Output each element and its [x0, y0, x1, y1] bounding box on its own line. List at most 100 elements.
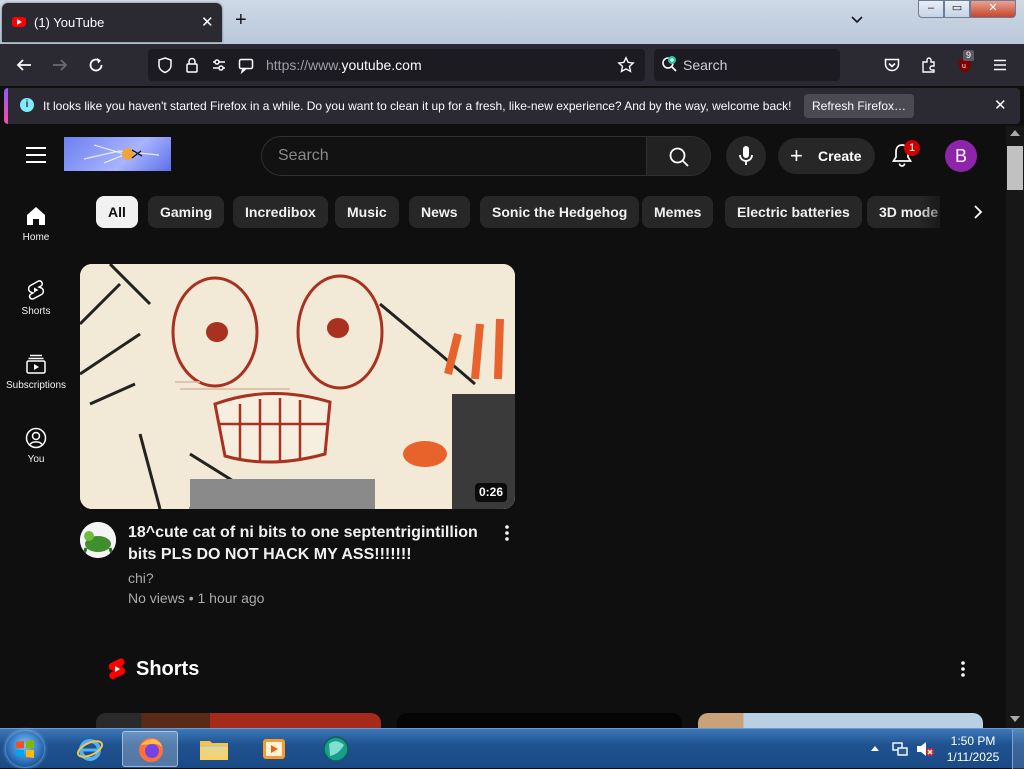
navigation-toolbar: https://www.youtube.com Search u 9: [0, 44, 1024, 86]
windows-taskbar: 1:50 PM 1/11/2025: [0, 728, 1024, 769]
browser-search-bar[interactable]: Search: [654, 49, 840, 81]
chip-scroll-right-icon[interactable]: [962, 198, 994, 226]
chip-news[interactable]: News: [409, 196, 470, 228]
tab-list-chevron-icon[interactable]: [850, 13, 864, 27]
cat-drawing-thumbnail-icon: [80, 264, 515, 509]
taskbar-file-explorer[interactable]: [186, 731, 242, 767]
volume-muted-icon[interactable]: [915, 740, 935, 758]
sidebar-label-subscriptions: Subscriptions: [5, 380, 67, 391]
chip-electric-batteries[interactable]: Electric batteries: [725, 196, 862, 228]
taskbar-app[interactable]: [308, 731, 364, 767]
taskbar-media-player[interactable]: [246, 731, 302, 767]
start-button[interactable]: [6, 731, 44, 767]
sidebar-label-shorts: Shorts: [21, 306, 51, 317]
chip-incredibox[interactable]: Incredibox: [233, 196, 328, 228]
video-duration-badge: 0:26: [475, 483, 508, 502]
url-text[interactable]: https://www.youtube.com: [266, 57, 422, 73]
extensions-puzzle-icon[interactable]: [920, 56, 938, 74]
short-thumbnail[interactable]: [96, 713, 381, 728]
chip-fade: [918, 194, 958, 230]
video-meta: No views • 1 hour ago: [128, 590, 264, 606]
reader-view-icon[interactable]: [237, 56, 255, 74]
chip-music[interactable]: Music: [335, 196, 399, 228]
back-arrow-icon[interactable]: [15, 56, 33, 74]
shorts-logo-icon: [108, 658, 126, 680]
shorts-more-vertical-icon[interactable]: [954, 659, 972, 679]
sidebar-label-you: You: [27, 454, 45, 465]
subscriptions-icon: [26, 354, 46, 374]
url-bar[interactable]: https://www.youtube.com: [148, 49, 645, 81]
internet-explorer-icon: [76, 739, 104, 761]
notification-close-icon[interactable]: ✕: [994, 96, 1007, 114]
more-vertical-icon[interactable]: [498, 524, 516, 542]
minimize-button[interactable]: –: [918, 0, 944, 18]
youtube-page: + Create 1 B Home Shorts Subscriptions Y…: [0, 126, 1006, 728]
scroll-down-arrow-icon[interactable]: [1010, 716, 1020, 722]
folder-icon: [200, 741, 228, 760]
reload-icon[interactable]: [87, 56, 105, 74]
chip-all[interactable]: All: [96, 196, 138, 228]
scroll-up-arrow-icon[interactable]: [1010, 130, 1020, 136]
sidebar-item-subscriptions[interactable]: Subscriptions: [0, 352, 72, 391]
scrollbar-thumb[interactable]: [1007, 146, 1023, 190]
lock-icon[interactable]: [183, 56, 201, 74]
shorts-section-title: Shorts: [136, 658, 200, 680]
forward-arrow-icon[interactable]: [51, 56, 69, 74]
bookmark-star-icon[interactable]: [617, 56, 635, 74]
windows-logo-icon: [16, 740, 34, 758]
view-count: No views: [128, 590, 185, 606]
tab-youtube[interactable]: (1) YouTube ✕: [2, 3, 222, 42]
firefox-icon: [139, 738, 163, 762]
channel-name[interactable]: chi?: [128, 570, 154, 586]
show-desktop-button[interactable]: [1012, 729, 1024, 769]
shield-icon[interactable]: [156, 56, 174, 74]
pocket-icon[interactable]: [883, 56, 901, 74]
video-thumbnail[interactable]: [80, 264, 515, 509]
video-title[interactable]: 18^cute cat of ni bits to one septentrig…: [128, 522, 498, 566]
channel-avatar[interactable]: [80, 522, 116, 558]
network-icon[interactable]: [891, 740, 909, 758]
maximize-button[interactable]: ▭: [944, 0, 970, 18]
system-clock[interactable]: 1:50 PM 1/11/2025: [940, 733, 1006, 765]
notification-accent: [4, 88, 8, 124]
chip-memes[interactable]: Memes: [642, 196, 714, 228]
tab-strip: (1) YouTube ✕ + – ▭ ✕: [0, 0, 1024, 44]
taskbar-firefox[interactable]: [122, 731, 178, 767]
account-avatar[interactable]: B: [945, 140, 977, 172]
sidebar-item-shorts[interactable]: Shorts: [0, 278, 72, 317]
search-engine-icon[interactable]: [660, 55, 678, 73]
short-thumbnail[interactable]: [397, 713, 682, 728]
filter-chip-bar: All Gaming Incredibox Music News Sonic t…: [0, 126, 940, 236]
notification-message: It looks like you haven't started Firefo…: [43, 99, 792, 113]
shorts-icon: [27, 280, 45, 300]
tray-expand-arrow-icon[interactable]: [870, 744, 880, 752]
sidebar-item-you[interactable]: You: [0, 426, 72, 465]
svg-text:u: u: [962, 63, 966, 70]
refresh-firefox-button[interactable]: Refresh Firefox…: [804, 94, 914, 118]
you-account-icon: [25, 427, 47, 449]
meta-separator: •: [188, 590, 194, 606]
info-icon: i: [20, 98, 34, 112]
tab-title: (1) YouTube: [34, 15, 105, 30]
new-tab-button[interactable]: +: [235, 10, 247, 30]
chip-sonic-the-hedgehog[interactable]: Sonic the Hedgehog: [480, 196, 640, 228]
menu-hamburger-icon[interactable]: [991, 56, 1009, 74]
youtube-favicon-icon: [12, 17, 26, 27]
close-window-button[interactable]: ✕: [970, 0, 1016, 18]
window-controls: – ▭ ✕: [918, 0, 1018, 18]
ublock-extension-icon[interactable]: u 9: [955, 50, 975, 75]
turtle-avatar-icon: [80, 522, 116, 558]
media-player-icon: [263, 739, 285, 759]
page-scrollbar[interactable]: [1006, 126, 1024, 728]
short-thumbnail[interactable]: [698, 713, 983, 728]
app-globe-icon: [323, 736, 349, 762]
chip-gaming[interactable]: Gaming: [148, 196, 225, 228]
search-placeholder: Search: [683, 57, 728, 73]
extension-badge: 9: [963, 50, 975, 61]
tab-close-icon[interactable]: ✕: [201, 13, 214, 31]
refresh-firefox-notification: i It looks like you haven't started Fire…: [4, 88, 1020, 124]
permissions-icon[interactable]: [210, 56, 228, 74]
upload-age: 1 hour ago: [197, 590, 265, 606]
taskbar-internet-explorer[interactable]: [62, 731, 118, 767]
clock-date: 1/11/2025: [946, 750, 1000, 764]
